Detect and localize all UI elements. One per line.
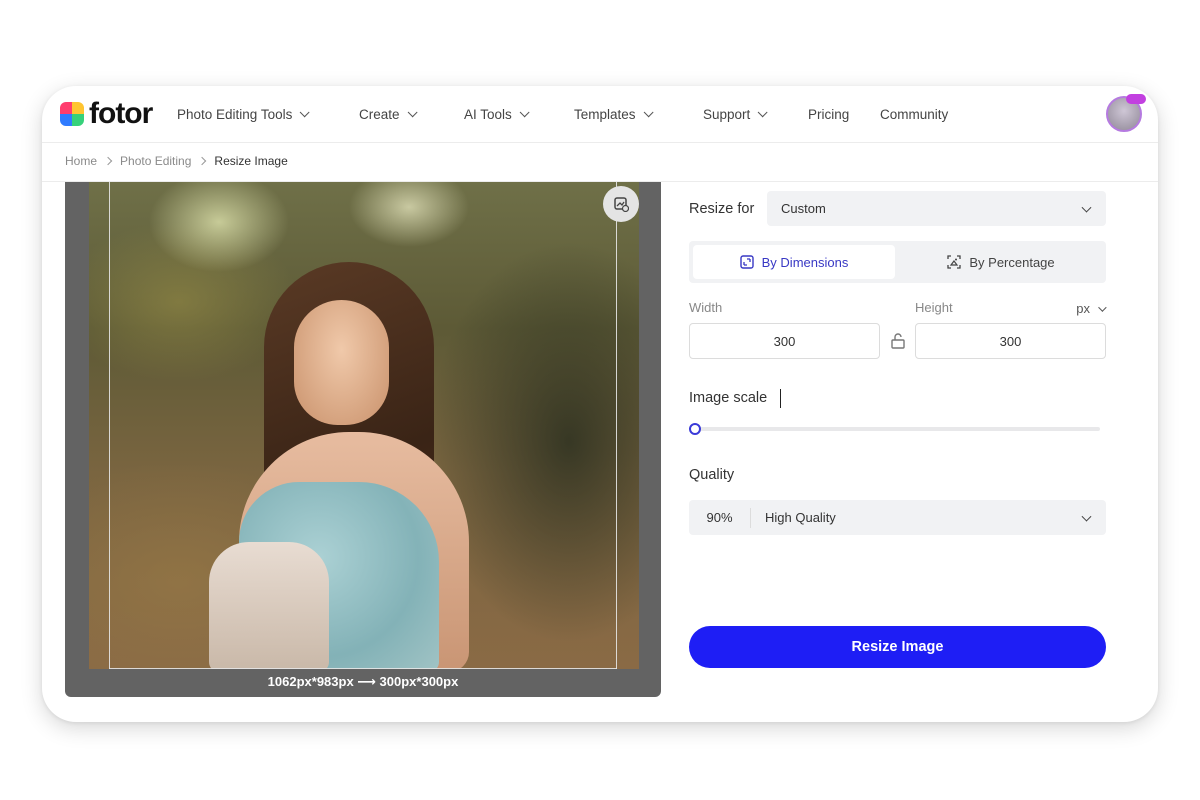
- crop-guide-left: [109, 182, 110, 669]
- breadcrumb-current: Resize Image: [214, 154, 288, 168]
- nav-label: Templates: [574, 107, 636, 122]
- nav-create[interactable]: Create: [359, 86, 418, 143]
- image-scale-slider-track[interactable]: [695, 427, 1100, 431]
- logo-text: fotor: [89, 97, 153, 130]
- app-card: fotor Photo Editing Tools Create AI Tool…: [42, 86, 1158, 722]
- chevron-down-icon: [757, 107, 768, 118]
- pro-badge-icon: [1126, 94, 1146, 104]
- nav-support[interactable]: Support: [703, 86, 768, 143]
- nav-ai-tools[interactable]: AI Tools: [464, 86, 530, 143]
- chevron-down-icon: [643, 107, 654, 118]
- crop-guide-bottom: [109, 668, 617, 669]
- height-label: Height: [915, 300, 953, 315]
- photo-sleeve: [209, 542, 329, 669]
- quality-select[interactable]: 90% High Quality: [689, 500, 1106, 535]
- breadcrumb-home[interactable]: Home: [65, 154, 97, 168]
- resize-settings-panel: Resize for Custom By Dimensions By Perce…: [689, 182, 1107, 702]
- breadcrumb-photo-editing[interactable]: Photo Editing: [120, 154, 191, 168]
- height-input[interactable]: [915, 323, 1106, 359]
- chevron-down-icon: [519, 107, 530, 118]
- percentage-icon: [947, 255, 962, 269]
- nav-photo-editing-tools[interactable]: Photo Editing Tools: [177, 86, 310, 143]
- quality-name: High Quality: [765, 510, 836, 525]
- tab-label: By Dimensions: [761, 254, 849, 270]
- logo-mark-icon: [60, 102, 84, 126]
- nav-label: Support: [703, 107, 751, 122]
- nav-community[interactable]: Community: [880, 86, 948, 143]
- resize-for-label: Resize for: [689, 201, 755, 217]
- nav-label: Create: [359, 107, 400, 122]
- unit-value: px: [1076, 301, 1090, 316]
- size-caption: 1062px*983px ⟶ 300px*300px: [267, 674, 459, 689]
- crop-guide-right: [616, 182, 617, 669]
- nav-label: AI Tools: [464, 107, 512, 122]
- chevron-right-icon: [103, 156, 113, 166]
- image-scale-label: Image scale: [689, 390, 768, 406]
- nav-label: Community: [880, 107, 949, 122]
- preview-photo: [89, 182, 639, 669]
- fotor-logo[interactable]: fotor: [60, 97, 153, 130]
- chevron-down-icon: [1081, 202, 1092, 213]
- dimensions-icon: [739, 255, 754, 269]
- tab-label: By Percentage: [969, 254, 1055, 270]
- aspect-lock-icon[interactable]: [890, 332, 906, 350]
- quality-percent: 90%: [689, 507, 751, 528]
- breadcrumb: Home Photo Editing Resize Image: [65, 154, 288, 168]
- top-navbar: fotor Photo Editing Tools Create AI Tool…: [42, 86, 1158, 143]
- nav-label: Pricing: [808, 107, 850, 122]
- tab-by-dimensions[interactable]: By Dimensions: [693, 245, 895, 279]
- width-label: Width: [689, 300, 723, 315]
- tab-by-percentage[interactable]: By Percentage: [899, 245, 1103, 279]
- compare-button[interactable]: [603, 186, 639, 222]
- resize-for-select[interactable]: Custom: [767, 191, 1106, 226]
- nav-templates[interactable]: Templates: [574, 86, 654, 143]
- width-input[interactable]: [689, 323, 880, 359]
- quality-label: Quality: [689, 467, 735, 483]
- chevron-down-icon: [1081, 511, 1092, 522]
- resize-for-value: Custom: [781, 201, 826, 216]
- chevron-right-icon: [198, 156, 207, 166]
- resize-image-button[interactable]: Resize Image: [689, 626, 1106, 668]
- image-scale-slider-thumb[interactable]: [689, 423, 701, 435]
- chevron-down-icon: [1098, 302, 1107, 312]
- chevron-down-icon: [300, 107, 310, 118]
- photo-face: [294, 300, 389, 425]
- unit-select[interactable]: px: [1076, 301, 1107, 316]
- resize-mode-tabs: By Dimensions By Percentage: [689, 241, 1106, 283]
- nav-label: Photo Editing Tools: [177, 107, 293, 122]
- text-cursor: [780, 389, 781, 408]
- nav-pricing[interactable]: Pricing: [808, 86, 849, 143]
- compare-icon: [614, 197, 629, 212]
- chevron-down-icon: [407, 107, 418, 118]
- image-preview: 1062px*983px ⟶ 300px*300px: [65, 182, 661, 697]
